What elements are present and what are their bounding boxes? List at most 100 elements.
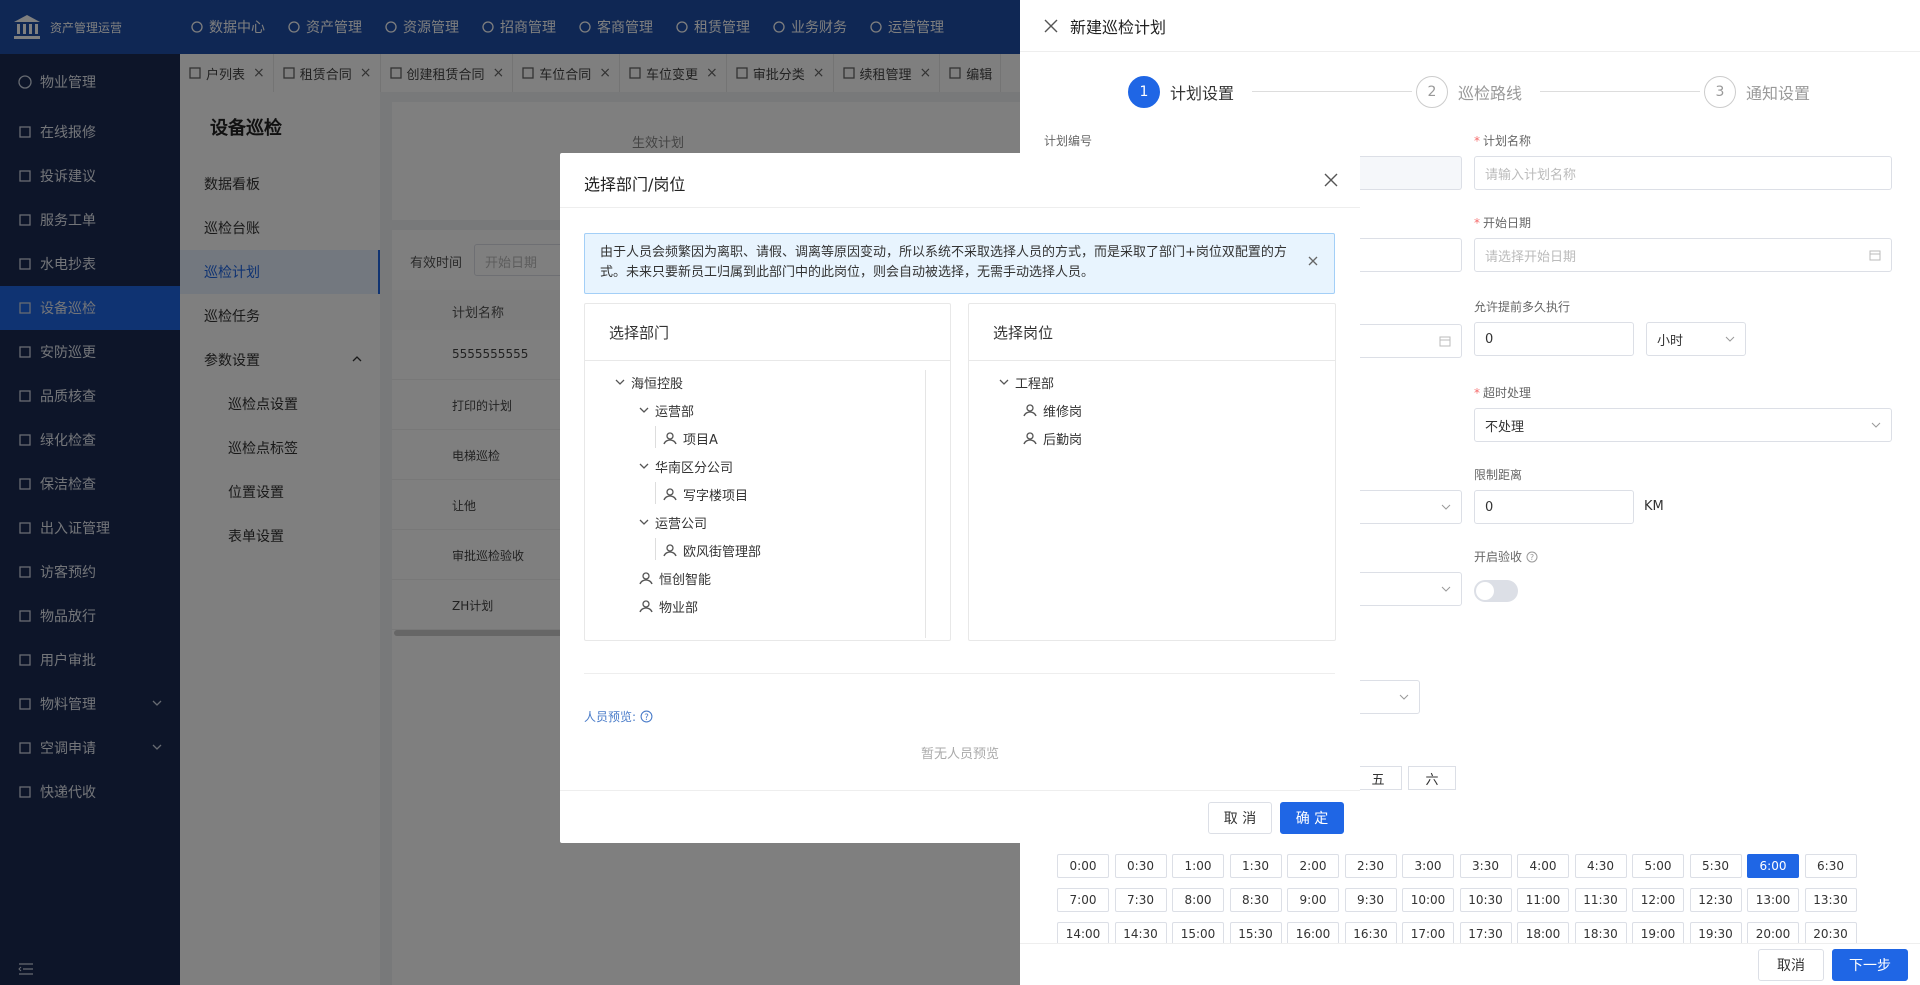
- calendar-icon: [1439, 335, 1451, 347]
- modal-cancel-button[interactable]: 取 消: [1208, 802, 1272, 834]
- day-fri[interactable]: 五: [1354, 766, 1402, 790]
- tree-node[interactable]: 海恒控股: [615, 372, 683, 392]
- chevron-down-icon[interactable]: [999, 377, 1009, 387]
- tree-node[interactable]: 欧风街管理部: [663, 540, 761, 560]
- time-chip[interactable]: 12:00: [1632, 888, 1684, 912]
- preview-empty: 暂无人员预览: [920, 747, 999, 762]
- time-chip[interactable]: 3:30: [1459, 854, 1512, 878]
- tree-node[interactable]: 恒创智能: [639, 568, 711, 588]
- time-chip[interactable]: 8:00: [1172, 888, 1224, 912]
- tree-node[interactable]: 后勤岗: [1023, 428, 1082, 448]
- chevron-down-icon: [1441, 586, 1451, 592]
- time-chip[interactable]: 7:30: [1114, 888, 1167, 912]
- modal-title: 选择部门/岗位: [584, 175, 686, 194]
- tree-node-label: 海恒控股: [631, 376, 684, 392]
- tree-node[interactable]: 运营部: [639, 400, 694, 420]
- dept-scrollbar[interactable]: [925, 370, 926, 638]
- step-1[interactable]: 1 计划设置: [1128, 76, 1234, 108]
- time-chip[interactable]: 4:30: [1574, 854, 1627, 878]
- drawer-header: 新建巡检计划: [1020, 0, 1920, 52]
- tree-node[interactable]: 工程部: [999, 372, 1054, 392]
- help-icon[interactable]: ?: [640, 710, 653, 723]
- tree-node-label: 写字楼项目: [683, 488, 749, 504]
- modal-footer: 取 消 确 定: [560, 790, 1360, 843]
- step-2[interactable]: 2 巡检路线: [1416, 76, 1522, 108]
- time-chip[interactable]: 1:00: [1172, 854, 1224, 878]
- time-chip[interactable]: 6:00: [1747, 854, 1799, 878]
- limit-input[interactable]: 0: [1474, 490, 1634, 524]
- next-step-button[interactable]: 下一步: [1832, 949, 1908, 981]
- tree-node-label: 欧风街管理部: [683, 544, 762, 560]
- steps: 1 计划设置 2 巡检路线 3 通知设置: [1020, 52, 1920, 132]
- dept-panel-title: 选择部门: [585, 304, 950, 361]
- chevron-down-icon[interactable]: [615, 377, 625, 387]
- time-chip[interactable]: 2:00: [1287, 854, 1339, 878]
- tree-node[interactable]: 运营公司: [639, 512, 707, 532]
- tree-node[interactable]: 维修岗: [1023, 400, 1082, 420]
- day-sat[interactable]: 六: [1408, 766, 1456, 790]
- help-icon[interactable]: ?: [1526, 551, 1538, 563]
- preview-label: 人员预览: ?: [584, 708, 653, 725]
- time-chip[interactable]: 12:30: [1689, 888, 1742, 912]
- close-icon[interactable]: [1308, 256, 1318, 266]
- tree-node-label: 运营公司: [655, 516, 708, 532]
- timeout-label: * 超时处理: [1474, 386, 1532, 400]
- time-chip[interactable]: 9:00: [1287, 888, 1339, 912]
- svg-text:?: ?: [1530, 553, 1534, 562]
- time-chip[interactable]: 6:30: [1804, 854, 1857, 878]
- step-1-number: 1: [1128, 76, 1160, 108]
- start-date-input[interactable]: 请选择开始日期: [1474, 238, 1892, 272]
- close-icon[interactable]: [1324, 173, 1338, 187]
- select-dept-post-modal: 选择部门/岗位 由于人员会频繁因为离职、请假、调离等原因变动，所以系统不采取选择…: [560, 153, 1360, 843]
- tree-node[interactable]: 华南区分公司: [639, 456, 733, 476]
- step-3[interactable]: 3 通知设置: [1704, 76, 1810, 108]
- start-date-label: * 开始日期: [1474, 216, 1532, 230]
- time-chip[interactable]: 0:00: [1057, 854, 1109, 878]
- tree-node[interactable]: 物业部: [639, 596, 698, 616]
- plan-name-input[interactable]: 请输入计划名称: [1474, 156, 1892, 190]
- time-chip[interactable]: 5:30: [1689, 854, 1742, 878]
- advance-unit-value: 小时: [1657, 333, 1684, 349]
- time-chip[interactable]: 11:00: [1517, 888, 1569, 912]
- drawer-footer: 取消 下一步: [1020, 943, 1920, 985]
- time-chip[interactable]: 7:00: [1057, 888, 1109, 912]
- timeout-value: 不处理: [1485, 419, 1525, 435]
- tree-node-label: 物业部: [659, 600, 699, 616]
- svg-text:?: ?: [644, 713, 649, 723]
- time-chip[interactable]: 4:00: [1517, 854, 1569, 878]
- time-chip[interactable]: 10:30: [1459, 888, 1512, 912]
- time-chip[interactable]: 13:00: [1747, 888, 1799, 912]
- chevron-down-icon[interactable]: [639, 461, 649, 471]
- calendar-icon: [1869, 249, 1881, 261]
- step-3-number: 3: [1704, 76, 1736, 108]
- close-icon[interactable]: [1044, 19, 1058, 33]
- modal-confirm-button[interactable]: 确 定: [1280, 802, 1344, 834]
- step-2-label: 巡检路线: [1458, 84, 1523, 103]
- chevron-down-icon[interactable]: [639, 405, 649, 415]
- verify-label: 开启验收?: [1474, 548, 1538, 565]
- tree-node-label: 运营部: [655, 404, 695, 420]
- time-chip[interactable]: 5:00: [1632, 854, 1684, 878]
- verify-toggle[interactable]: [1474, 580, 1518, 602]
- time-chip[interactable]: 10:00: [1402, 888, 1454, 912]
- advance-input[interactable]: 0: [1474, 322, 1634, 356]
- time-chip[interactable]: 9:30: [1344, 888, 1397, 912]
- time-chip[interactable]: 13:30: [1804, 888, 1857, 912]
- drawer-cancel-button[interactable]: 取消: [1758, 949, 1824, 981]
- time-chip[interactable]: 0:30: [1114, 854, 1167, 878]
- time-chip[interactable]: 11:30: [1574, 888, 1627, 912]
- chevron-down-icon: [1871, 422, 1881, 428]
- tree-node[interactable]: 项目A: [663, 428, 718, 448]
- time-chip[interactable]: 8:30: [1229, 888, 1282, 912]
- chevron-down-icon[interactable]: [639, 517, 649, 527]
- drawer-title: 新建巡检计划: [1070, 17, 1167, 37]
- time-chip[interactable]: 3:00: [1402, 854, 1454, 878]
- chevron-down-icon: [1725, 336, 1735, 342]
- time-chip[interactable]: 2:30: [1344, 854, 1397, 878]
- post-panel-title: 选择岗位: [969, 304, 1335, 361]
- advance-unit-select[interactable]: 小时: [1646, 322, 1746, 356]
- time-chip[interactable]: 1:30: [1229, 854, 1282, 878]
- tree-node[interactable]: 写字楼项目: [663, 484, 748, 504]
- tree-node-label: 恒创智能: [659, 572, 712, 588]
- timeout-select[interactable]: 不处理: [1474, 408, 1892, 442]
